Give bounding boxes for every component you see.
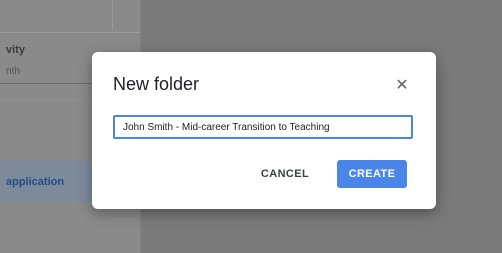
background-month-label: nth — [6, 66, 20, 77]
background-application-label: application — [6, 176, 65, 188]
new-folder-dialog: New folder ✕ CANCEL CREATE — [92, 52, 436, 209]
folder-name-input[interactable] — [113, 115, 413, 139]
close-button[interactable]: ✕ — [391, 74, 413, 96]
divider — [0, 32, 140, 33]
divider — [0, 83, 96, 84]
divider — [112, 0, 113, 30]
close-icon: ✕ — [395, 77, 409, 94]
dialog-title: New folder — [113, 74, 200, 94]
create-button[interactable]: CREATE — [337, 160, 407, 188]
background-activity-label: vity — [6, 44, 25, 56]
cancel-button[interactable]: CANCEL — [252, 160, 318, 188]
